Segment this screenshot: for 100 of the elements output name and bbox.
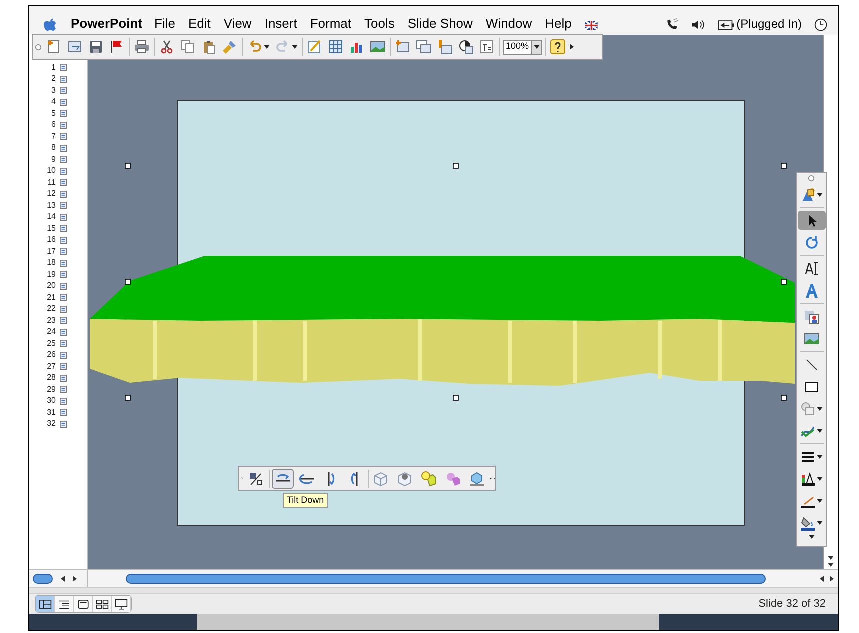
slide-bullet-icon (437, 39, 453, 55)
clock-icon[interactable] (814, 18, 828, 32)
view-button[interactable] (74, 596, 93, 612)
outline-slide-row[interactable]: 7 (29, 131, 67, 142)
scroll-left-icon[interactable] (61, 576, 65, 582)
outline-slide-row[interactable]: 15 (29, 223, 67, 234)
selection-handle[interactable] (125, 279, 131, 285)
slide-icon (60, 225, 67, 232)
outline-slide-row[interactable]: 25 (29, 338, 67, 350)
caret-icon (534, 45, 540, 49)
caret-icon (817, 192, 823, 196)
slide-icon (60, 409, 67, 416)
outline-slide-row[interactable]: 1 (29, 62, 67, 74)
slide-icon (60, 190, 67, 198)
selection-handle[interactable] (781, 279, 787, 285)
caret-icon (817, 406, 823, 410)
outline-slide-row[interactable]: 21 (29, 292, 67, 304)
view-button[interactable] (36, 596, 55, 612)
phone-icon[interactable] (664, 18, 679, 32)
slide-icon (60, 214, 67, 221)
more-arrow-icon[interactable] (570, 44, 574, 50)
outline-slide-row[interactable]: 11 (29, 177, 67, 188)
outline-slide-row[interactable]: 6 (29, 120, 67, 131)
outline-scrollbar[interactable] (29, 569, 87, 587)
paintbrush-icon (222, 39, 238, 55)
outline-slide-row[interactable]: 30 (29, 396, 67, 407)
outline-slide-row[interactable]: 20 (29, 280, 67, 292)
menu-item[interactable]: Help (545, 14, 572, 33)
uk-flag-icon[interactable] (584, 21, 598, 30)
lighting-bulb-icon (420, 470, 437, 486)
outline-slide-row[interactable]: 14 (29, 212, 67, 223)
selection-handle[interactable] (781, 163, 787, 169)
slide-sorter-icon (96, 598, 108, 610)
menu-item[interactable]: Edit (188, 14, 211, 33)
zoom-select[interactable]: 100% (503, 40, 542, 54)
slide-icon (60, 420, 67, 428)
outline-slide-row[interactable]: 9 (29, 154, 67, 166)
menu-item[interactable]: View (224, 14, 252, 33)
grip-icon[interactable] (808, 175, 815, 182)
outline-slide-row[interactable]: 32 (29, 418, 67, 430)
outline-slide-row[interactable]: 3 (29, 85, 67, 96)
selection-handle[interactable] (453, 395, 459, 401)
menu-item[interactable]: Window (486, 14, 532, 33)
help-button[interactable] (549, 37, 568, 57)
scroll-right-icon[interactable] (73, 576, 77, 582)
caret-icon (817, 454, 823, 458)
outline-slide-row[interactable]: 18 (29, 258, 67, 269)
view-button[interactable] (112, 596, 131, 612)
outline-slide-row[interactable]: 19 (29, 269, 67, 280)
menu-item[interactable]: Insert (264, 14, 298, 33)
drawing-tool-button[interactable] (798, 211, 826, 230)
app-menu[interactable]: PowerPoint (71, 14, 143, 33)
menu-item[interactable]: File (154, 14, 176, 33)
outline-slide-row[interactable]: 4 (29, 96, 67, 108)
slide-icon (60, 179, 67, 186)
outline-slide-row[interactable]: 22 (29, 304, 67, 315)
slide-icon (60, 271, 67, 278)
outline-slide-row[interactable]: 10 (29, 166, 67, 177)
outline-slide-row[interactable]: 8 (29, 142, 67, 154)
outline-slide-row[interactable]: 16 (29, 234, 67, 246)
menu-item[interactable]: Format (310, 14, 352, 33)
outline-slide-row[interactable]: 28 (29, 372, 67, 384)
outline-slide-row[interactable]: 2 (29, 74, 67, 85)
grip-icon[interactable] (35, 44, 42, 50)
clipart-icon (804, 308, 820, 324)
more-arrow-icon[interactable] (494, 476, 495, 482)
slide-icon (60, 317, 67, 324)
outline-slide-row[interactable]: 17 (29, 246, 67, 258)
selection-handle[interactable] (125, 163, 131, 169)
outline-slide-row[interactable]: 12 (29, 188, 67, 200)
view-button[interactable] (55, 596, 74, 612)
selection-handle[interactable] (453, 163, 459, 169)
clipboard-icon (201, 39, 217, 55)
view-button[interactable] (93, 596, 112, 612)
scroll-thumb[interactable] (33, 574, 53, 584)
outline-slide-row[interactable]: 26 (29, 350, 67, 361)
outline-slide-row[interactable]: 27 (29, 361, 67, 372)
outline-slide-row[interactable]: 23 (29, 315, 67, 326)
paint-bucket-icon (800, 514, 816, 530)
outline-slide-row[interactable]: 29 (29, 384, 67, 396)
outline-slide-row[interactable]: 5 (29, 108, 67, 120)
menu-item[interactable]: Slide Show (408, 14, 473, 33)
battery-status: (Plugged In) (736, 16, 802, 33)
copy-pages-icon (180, 39, 196, 55)
outline-slide-row[interactable]: 31 (29, 407, 67, 418)
apple-icon[interactable] (43, 17, 58, 32)
slide-icon (60, 340, 67, 348)
selection-handle[interactable] (781, 395, 787, 401)
menu-item[interactable]: Tools (364, 14, 395, 33)
diagonal-line-icon (804, 356, 820, 372)
outline-slide-row[interactable]: 24 (29, 326, 67, 338)
3d-tool-button[interactable] (272, 468, 294, 488)
slide-icon (60, 76, 67, 83)
battery-icon[interactable] (718, 20, 734, 31)
horizontal-scrollbar[interactable] (88, 569, 838, 587)
selection-handle[interactable] (125, 395, 131, 401)
speaker-icon[interactable] (690, 18, 706, 32)
outline-slide-row[interactable]: 13 (29, 200, 67, 212)
caret-icon (808, 535, 814, 539)
slide-icon (60, 144, 67, 152)
